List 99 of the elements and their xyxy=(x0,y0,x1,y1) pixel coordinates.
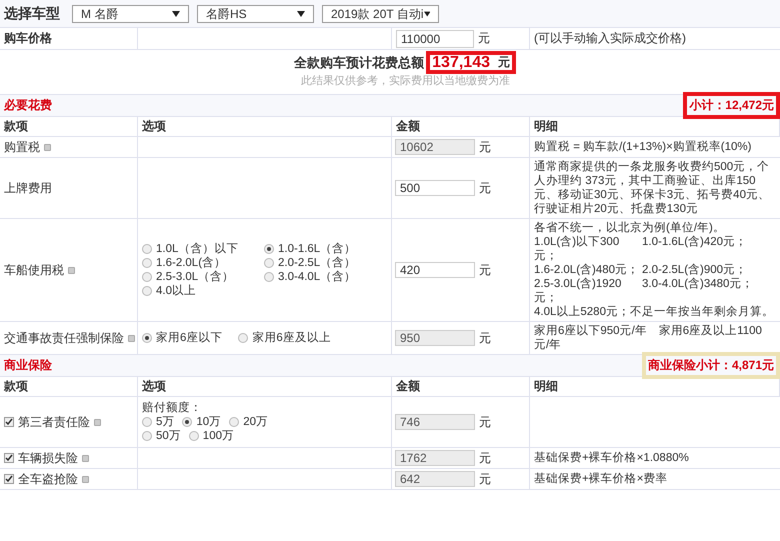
dropdown[interactable]: 2019款 20T 自动i xyxy=(322,4,439,22)
amount-input[interactable]: 642 xyxy=(395,471,475,487)
subtotal: 商业保险小计：4,871元 xyxy=(648,358,774,372)
rate-text: 1.0-1.6L(含)420元； xyxy=(642,235,748,250)
rate-text: 1.6-2.0L(含)480元； xyxy=(534,263,640,277)
checkbox[interactable] xyxy=(4,453,14,463)
unit-label: 元 xyxy=(479,262,491,278)
radio-option[interactable]: 4.0以上 xyxy=(142,284,260,298)
radio-button[interactable] xyxy=(142,286,152,296)
radio-option[interactable]: 1.0-1.6L（含） xyxy=(264,242,384,256)
item-name: 购置税 xyxy=(4,140,40,154)
radio-option[interactable]: 100万 xyxy=(188,429,234,443)
caret-icon xyxy=(172,10,180,16)
dropdown[interactable]: M 名爵 xyxy=(72,4,189,22)
radio-option[interactable]: 3.0-4.0L（含） xyxy=(264,270,384,284)
item-name: 第三者责任险 xyxy=(18,414,90,430)
unit-label: 元 xyxy=(478,31,490,46)
radio-button[interactable] xyxy=(238,333,248,343)
item-name: 车船使用税 xyxy=(4,262,64,278)
column-header: 金额 xyxy=(396,379,420,394)
unit-label: 元 xyxy=(479,472,491,486)
info-icon[interactable] xyxy=(82,476,89,482)
section-title: 商业保险 xyxy=(4,358,52,373)
item-name: 车辆损失险 xyxy=(18,450,78,466)
price-input[interactable]: 110000 xyxy=(396,30,474,48)
radio-option[interactable]: 20万 xyxy=(229,415,268,429)
radio-button[interactable] xyxy=(142,417,152,427)
info-icon[interactable] xyxy=(94,418,101,426)
radio-button[interactable] xyxy=(188,431,199,441)
column-header: 明细 xyxy=(534,379,558,394)
total-label: 全款购车预计花费总额 xyxy=(294,55,424,70)
detail-text: 通常商家提供的一条龙服务收费约500元，个人办理约 373元，其中工商验证、出库150元、移动证30元、环保卡3元、拓号费40元、行驶证相片20元、托盘费130元 xyxy=(534,160,771,216)
item-name: 交通事故责任强制保险 xyxy=(4,330,124,346)
rate-text: 2.0-2.5L(含)900元； xyxy=(642,263,748,277)
options-label: 赔付额度： xyxy=(142,401,203,415)
amount-input[interactable]: 10602 xyxy=(395,139,475,155)
amount-input[interactable]: 1762 xyxy=(395,450,475,466)
info-icon[interactable] xyxy=(82,454,89,462)
radio-option[interactable]: 1.0L（含）以下 xyxy=(142,242,260,256)
total-amount: 137,143 xyxy=(432,55,490,70)
price-label: 购车价格 xyxy=(4,31,52,46)
column-header: 款项 xyxy=(4,379,28,394)
radio-option[interactable]: 家用6座及以上 xyxy=(238,331,331,345)
radio-button[interactable] xyxy=(264,272,274,282)
radio-button[interactable] xyxy=(142,258,152,268)
rate-text: 3.0-4.0L(含)3480元； xyxy=(642,277,754,292)
subtotal: 小计：12,472元 xyxy=(689,98,774,112)
info-icon[interactable] xyxy=(44,144,51,150)
detail-text: 基础保费+裸车价格×1.0880% xyxy=(534,451,690,465)
amount-input[interactable]: 420 xyxy=(395,262,475,278)
radio-button[interactable] xyxy=(229,417,240,427)
radio-option[interactable]: 2.0-2.5L（含） xyxy=(264,256,384,270)
amount-input[interactable]: 500 xyxy=(395,180,475,196)
item-name: 全车盗抢险 xyxy=(18,472,78,486)
detail-text: 各省不统一，以北京为例(单位/年)。 xyxy=(534,221,726,235)
rate-text: 1.0L(含)以下300元； xyxy=(534,235,620,263)
column-header: 选项 xyxy=(142,379,166,394)
detail-text: 购置税 = 购车款/(1+13%)×购置税率(10%) xyxy=(534,140,752,154)
detail-text: 家用6座以下950元/年 家用6座及以上1100元/年 xyxy=(534,324,763,352)
caret-icon xyxy=(424,10,430,16)
unit-label: 元 xyxy=(498,55,510,70)
info-icon[interactable] xyxy=(128,334,135,342)
info-icon[interactable] xyxy=(68,266,75,274)
caret-icon xyxy=(297,10,305,16)
unit-label: 元 xyxy=(479,414,491,430)
radio-button[interactable] xyxy=(182,417,192,427)
radio-button[interactable] xyxy=(142,272,152,282)
amount-input[interactable]: 746 xyxy=(395,414,475,430)
radio-option[interactable]: 10万 xyxy=(182,415,222,429)
unit-label: 元 xyxy=(479,180,491,196)
column-header: 金额 xyxy=(396,119,420,134)
radio-button[interactable] xyxy=(264,244,274,254)
checkbox[interactable] xyxy=(4,474,14,484)
radio-button[interactable] xyxy=(142,431,152,441)
radio-button[interactable] xyxy=(142,244,152,254)
detail-text: 基础保费+裸车价格×费率 xyxy=(534,472,668,486)
select-label: 选择车型 xyxy=(4,6,60,21)
unit-label: 元 xyxy=(479,140,491,154)
disclaimer: 此结果仅供参考，实际费用以当地缴费为准 xyxy=(301,74,510,89)
radio-option[interactable]: 家用6座以下 xyxy=(142,331,222,345)
radio-option[interactable]: 5万 xyxy=(142,415,174,429)
detail-text: 4.0L以上5280元；不足一年按当年剩余月算。 xyxy=(534,305,775,319)
item-name: 上牌费用 xyxy=(4,180,52,196)
radio-button[interactable] xyxy=(142,333,152,343)
rate-text: 2.5-3.0L(含)1920元； xyxy=(534,277,622,305)
dropdown[interactable]: 名爵HS xyxy=(197,4,314,22)
radio-option[interactable]: 1.6-2.0L(含） xyxy=(142,256,260,270)
amount-input[interactable]: 950 xyxy=(395,330,475,346)
checkbox[interactable] xyxy=(4,417,14,427)
price-note: (可以手动输入实际成交价格) xyxy=(534,31,686,46)
unit-label: 元 xyxy=(479,450,491,466)
radio-option[interactable]: 2.5-3.0L（含） xyxy=(142,270,260,284)
column-header: 款项 xyxy=(4,119,28,134)
radio-button[interactable] xyxy=(264,258,274,268)
section-title: 必要花费 xyxy=(4,98,52,113)
column-header: 明细 xyxy=(534,119,558,134)
unit-label: 元 xyxy=(479,330,491,346)
column-header: 选项 xyxy=(142,119,166,134)
radio-option[interactable]: 50万 xyxy=(142,429,181,443)
